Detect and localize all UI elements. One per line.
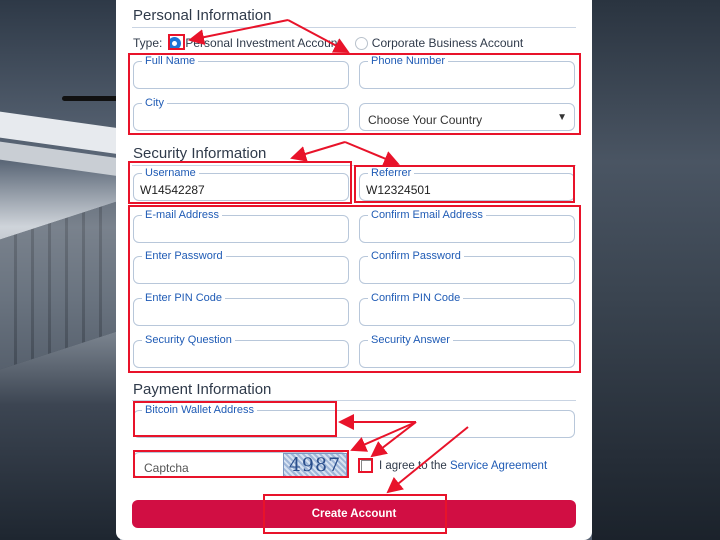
annotation-box-checkbox — [358, 458, 373, 473]
annotation-box-referrer — [354, 165, 575, 203]
radio-corporate-label[interactable]: Corporate Business Account — [372, 36, 523, 50]
section-divider — [132, 27, 576, 28]
annotation-box-username — [128, 161, 352, 204]
annotation-box-personal-fields — [128, 53, 581, 135]
radio-corporate[interactable] — [354, 36, 368, 50]
service-agreement-link[interactable]: Service Agreement — [450, 460, 547, 472]
annotation-box-create-button — [263, 494, 447, 534]
background-right — [592, 0, 720, 540]
section-title-payment: Payment Information — [133, 381, 272, 398]
agreement-text: I agree to the Service Agreement — [379, 460, 547, 472]
section-title-security: Security Information — [133, 145, 267, 162]
annotation-box-radio — [168, 34, 185, 50]
annotation-box-security-fields — [128, 205, 581, 373]
background-pen — [62, 96, 120, 101]
agreement-prefix: I agree to the — [379, 460, 447, 472]
section-title-personal: Personal Information — [133, 7, 272, 24]
annotation-box-bitcoin — [133, 401, 337, 437]
type-label: Type: — [133, 36, 163, 50]
radio-personal-label[interactable]: Personal Investment Account — [185, 36, 340, 50]
annotation-box-captcha — [133, 450, 349, 478]
account-type-row: Type: Personal Investment Account Corpor… — [133, 36, 523, 50]
